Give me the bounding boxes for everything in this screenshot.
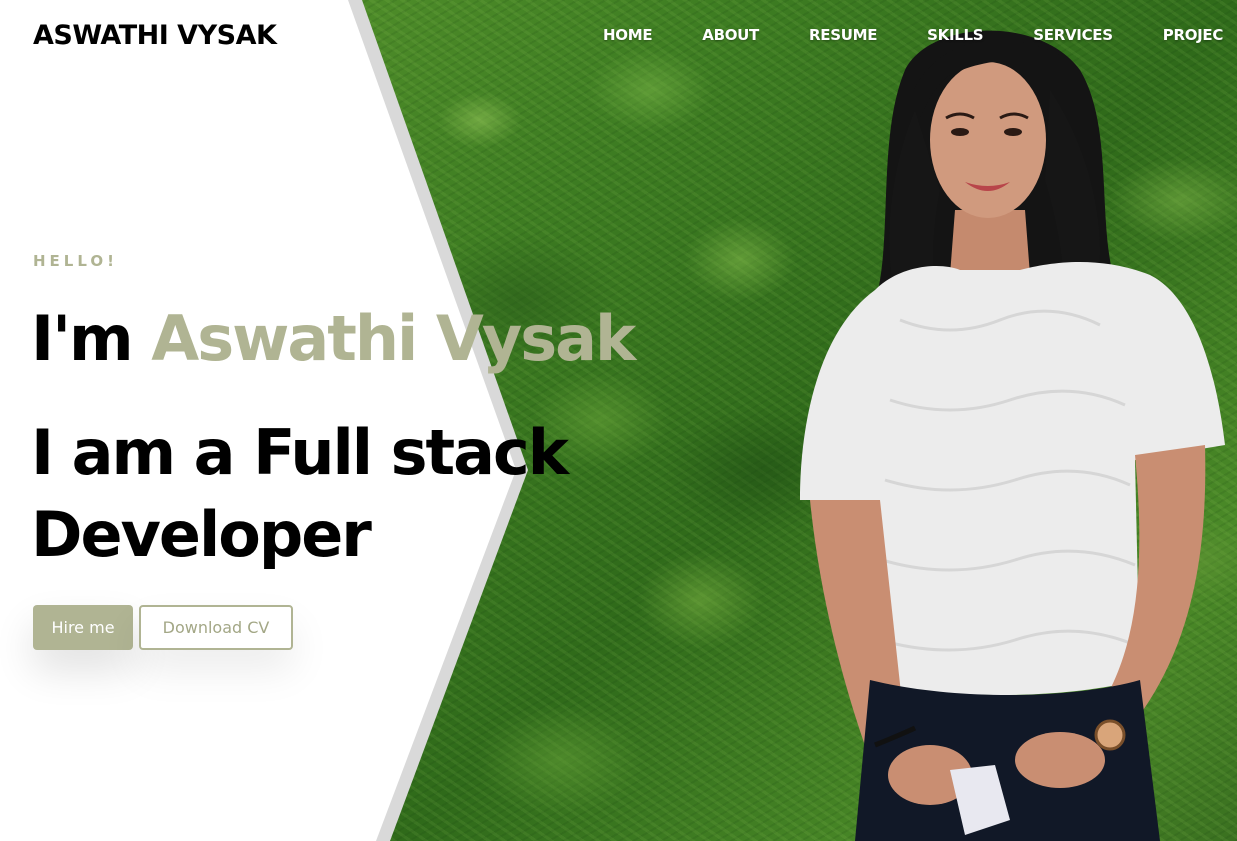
nav-item-home[interactable]: HOME xyxy=(603,26,653,44)
nav-item-services[interactable]: SERVICES xyxy=(1033,26,1113,44)
hero-actions: Hire me Download CV xyxy=(33,605,293,650)
hero-intro: I'm xyxy=(31,302,134,375)
brand-logo[interactable]: ASWATHI VYSAK xyxy=(33,20,277,51)
hero-name: Aswathi Vysak xyxy=(151,302,636,375)
nav-item-skills[interactable]: SKILLS xyxy=(927,26,983,44)
hero-role: I am a Full stack Developer xyxy=(31,416,569,571)
hero-headline: I'm Aswathi Vysak xyxy=(31,298,636,380)
nav-item-projects[interactable]: PROJEC xyxy=(1163,26,1224,44)
nav-item-about[interactable]: ABOUT xyxy=(702,26,759,44)
nav-item-resume[interactable]: RESUME xyxy=(809,26,877,44)
main-nav: HOME ABOUT RESUME SKILLS SERVICES PROJEC xyxy=(603,26,1223,44)
hero-greeting: HELLO! xyxy=(33,252,118,270)
hire-me-button[interactable]: Hire me xyxy=(33,605,133,650)
download-cv-button[interactable]: Download CV xyxy=(139,605,293,650)
